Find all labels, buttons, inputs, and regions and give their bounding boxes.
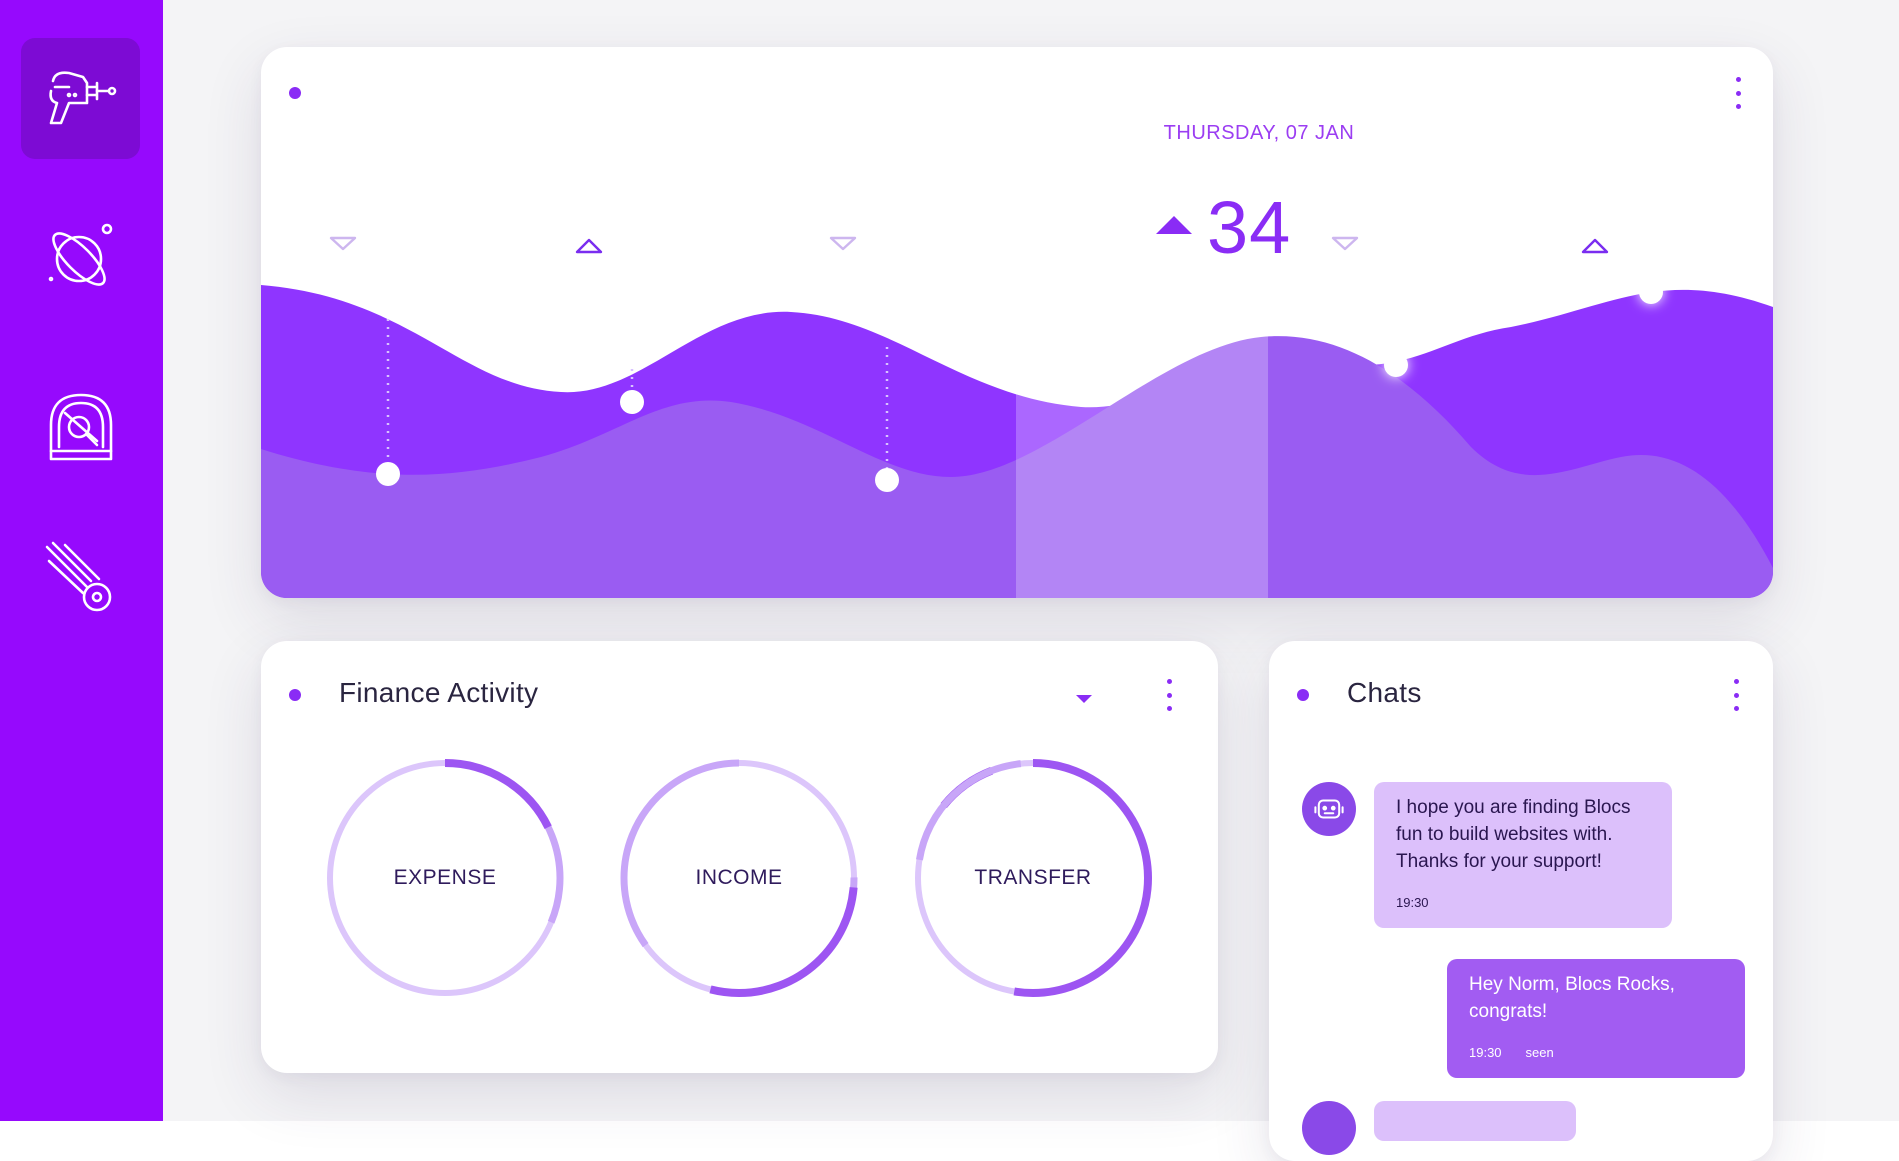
message-time: 19:30 bbox=[1396, 895, 1429, 910]
overview-chart-card: THURSDAY, 07 JAN 34 bbox=[261, 47, 1773, 598]
finance-activity-card: Finance Activity EXPENSE INCOME TRANSFER bbox=[261, 641, 1218, 1073]
chevron-down-icon[interactable] bbox=[1074, 693, 1094, 705]
message-status: seen bbox=[1525, 1045, 1554, 1060]
ring-label-income: INCOME bbox=[695, 866, 783, 889]
marker-down-icon bbox=[329, 236, 357, 251]
message-text: Hey Norm, Blocs Rocks, congrats! bbox=[1469, 974, 1675, 1022]
ray-gun-icon bbox=[48, 70, 116, 124]
chats-more-button[interactable] bbox=[1726, 675, 1746, 715]
chat-message-incoming: I hope you are finding Blocs fun to buil… bbox=[1374, 782, 1672, 928]
sidebar bbox=[0, 0, 163, 1121]
data-point-3[interactable] bbox=[875, 468, 899, 492]
marker-up-icon bbox=[1581, 238, 1609, 254]
chat-message-incoming bbox=[1374, 1101, 1576, 1141]
highlight-value: 34 bbox=[1207, 186, 1292, 269]
nav-item-meteor[interactable] bbox=[21, 516, 140, 637]
ring-label-expense: EXPENSE bbox=[393, 866, 497, 889]
chats-title: Chats bbox=[1347, 677, 1422, 708]
data-point-5[interactable] bbox=[1639, 280, 1663, 304]
planet-icon bbox=[48, 223, 112, 286]
data-point-2[interactable] bbox=[620, 390, 644, 414]
data-point-1[interactable] bbox=[376, 462, 400, 486]
nav-item-astronaut-helmet[interactable] bbox=[21, 364, 140, 485]
card-status-dot bbox=[289, 87, 301, 99]
marker-down-icon bbox=[829, 236, 857, 251]
finance-more-button[interactable] bbox=[1159, 675, 1179, 715]
ring-transfer[interactable]: TRANSFER bbox=[913, 758, 1153, 998]
card-status-dot bbox=[1297, 689, 1309, 701]
finance-title: Finance Activity bbox=[339, 677, 539, 708]
wave-chart bbox=[261, 92, 1773, 598]
message-time: 19:30 bbox=[1469, 1045, 1502, 1060]
marker-down-icon bbox=[1331, 236, 1359, 251]
robot-avatar-icon bbox=[1314, 799, 1344, 819]
nav-item-ray-gun[interactable] bbox=[21, 38, 140, 159]
highlight-panel bbox=[1016, 92, 1268, 598]
nav-item-planet[interactable] bbox=[21, 196, 140, 317]
chats-card: Chats I hope you are finding Blocs fun t… bbox=[1269, 641, 1773, 1161]
trend-up-icon bbox=[1156, 216, 1192, 234]
ring-income[interactable]: INCOME bbox=[619, 758, 859, 998]
astronaut-helmet-icon bbox=[49, 393, 112, 460]
avatar[interactable] bbox=[1302, 1101, 1356, 1155]
chart-more-button[interactable] bbox=[1728, 73, 1748, 113]
message-text: I hope you are finding Blocs fun to buil… bbox=[1396, 797, 1631, 872]
card-status-dot bbox=[289, 689, 301, 701]
ring-label-transfer: TRANSFER bbox=[974, 866, 1092, 889]
meteor-icon bbox=[45, 541, 111, 611]
main-area: THURSDAY, 07 JAN 34 Finance Activity EXP… bbox=[163, 0, 1899, 1161]
data-point-4[interactable] bbox=[1384, 353, 1408, 377]
date-label: THURSDAY, 07 JAN bbox=[1163, 122, 1355, 144]
avatar[interactable] bbox=[1302, 782, 1356, 836]
ring-expense[interactable]: EXPENSE bbox=[325, 758, 565, 998]
chat-message-outgoing: Hey Norm, Blocs Rocks, congrats! 19:30 se… bbox=[1447, 959, 1745, 1078]
marker-up-icon bbox=[575, 238, 603, 254]
